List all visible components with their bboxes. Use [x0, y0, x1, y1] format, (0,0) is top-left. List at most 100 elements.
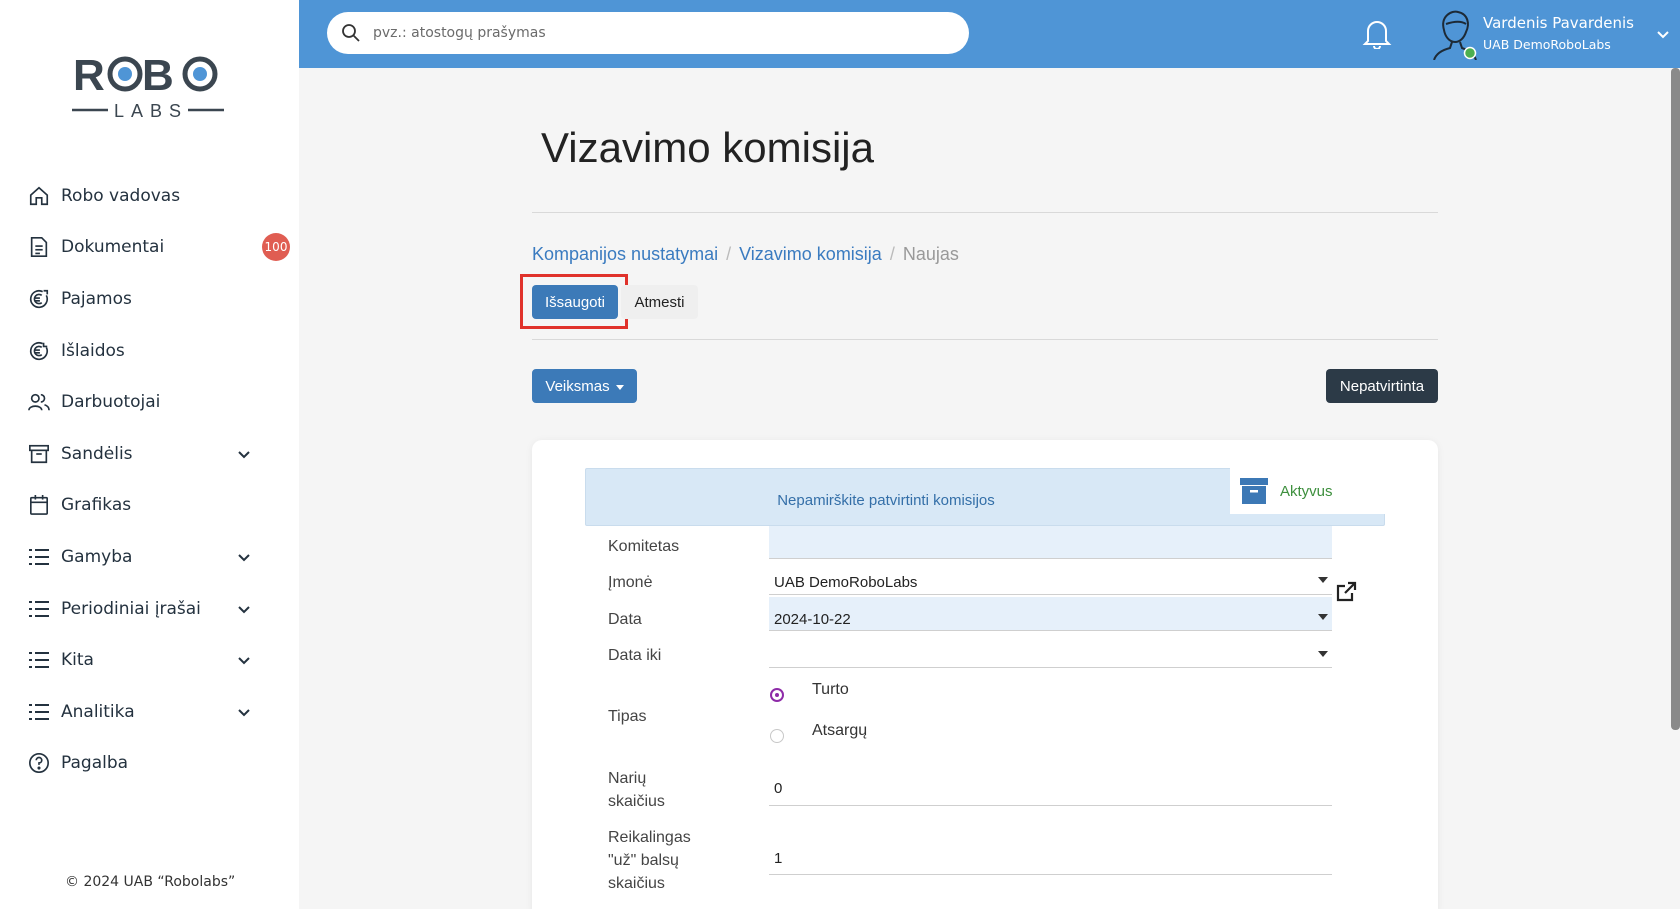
votes-label-line: Reikalingas	[608, 829, 691, 846]
sidebar-item-label: Robo vadovas	[61, 185, 181, 206]
sidebar: R B LABS Robo vadovas Dokumentai 100 Paj…	[0, 0, 299, 909]
date-to-label: Data iki	[608, 647, 662, 664]
votes-label-line: skaičius	[608, 875, 665, 892]
document-icon	[27, 235, 51, 259]
breadcrumb: Kompanijos nustatymai / Vizavimo komisij…	[532, 244, 959, 265]
radio-label-atsargu[interactable]: Atsargų	[812, 722, 867, 740]
sidebar-item-label: Analitika	[61, 701, 135, 722]
sidebar-item-periodiniai-irasai[interactable]: Periodiniai įrašai	[0, 583, 299, 635]
external-link-icon[interactable]	[1334, 580, 1358, 604]
sidebar-item-label: Gamyba	[61, 546, 133, 567]
help-icon	[27, 751, 51, 775]
committee-label: Komitetas	[608, 538, 680, 555]
chevron-down-icon[interactable]	[1655, 26, 1671, 42]
archive-icon	[1240, 478, 1268, 504]
field-underline	[769, 805, 1332, 806]
breadcrumb-separator: /	[889, 244, 895, 264]
chevron-down-icon[interactable]	[236, 446, 252, 462]
caret-down-icon	[615, 384, 624, 390]
sidebar-item-label: Dokumentai	[61, 237, 165, 258]
votes-input[interactable]: 1	[774, 850, 782, 867]
sidebar-item-robo-vadovas[interactable]: Robo vadovas	[0, 170, 299, 222]
sidebar-item-label: Kita	[61, 650, 94, 671]
divider	[532, 212, 1438, 213]
company-select[interactable]: UAB DemoRoboLabs	[774, 574, 917, 591]
date-field-background	[769, 597, 1332, 630]
caret-down-icon[interactable]	[1318, 614, 1328, 620]
notification-badge: 100	[262, 233, 290, 262]
caret-down-icon[interactable]	[1318, 577, 1328, 583]
svg-text:B: B	[142, 51, 174, 100]
breadcrumb-separator: /	[726, 244, 732, 264]
committee-input[interactable]	[769, 526, 1332, 558]
calendar-icon	[27, 493, 51, 517]
euro-in-icon	[27, 287, 51, 311]
status-badge[interactable]: Nepatvirtinta	[1326, 369, 1438, 403]
sidebar-item-analitika[interactable]: Analitika	[0, 686, 299, 738]
sidebar-item-kita[interactable]: Kita	[0, 634, 299, 686]
field-underline	[769, 594, 1332, 595]
chevron-down-icon[interactable]	[236, 652, 252, 668]
user-avatar[interactable]	[1430, 8, 1480, 60]
field-underline	[769, 667, 1332, 668]
search-bar[interactable]	[327, 12, 969, 54]
alert-message: Nepamirškite patvirtinti komisijos	[777, 491, 995, 509]
sidebar-item-sandelis[interactable]: Sandėlis	[0, 428, 299, 480]
date-label: Data	[608, 611, 642, 628]
save-button[interactable]: Išsaugoti	[532, 285, 618, 319]
sidebar-item-darbuotojai[interactable]: Darbuotojai	[0, 376, 299, 428]
list-icon	[27, 545, 51, 569]
members-input[interactable]: 0	[774, 780, 782, 797]
sidebar-item-pajamos[interactable]: Pajamos	[0, 273, 299, 325]
robolabs-logo[interactable]: R B LABS	[70, 44, 226, 124]
copyright-text: © 2024 UAB “Robolabs”	[65, 874, 236, 890]
euro-out-icon	[27, 339, 51, 363]
breadcrumb-current: Naujas	[902, 244, 959, 264]
scrollbar-thumb[interactable]	[1671, 68, 1680, 730]
user-company: UAB DemoRoboLabs	[1483, 37, 1611, 52]
sidebar-item-grafikas[interactable]: Grafikas	[0, 480, 299, 532]
field-underline	[769, 630, 1332, 631]
breadcrumb-company-settings[interactable]: Kompanijos nustatymai	[532, 244, 718, 265]
field-underline	[769, 874, 1332, 875]
notification-bell-icon[interactable]	[1362, 17, 1392, 49]
chevron-down-icon[interactable]	[236, 549, 252, 565]
date-input[interactable]: 2024-10-22	[774, 611, 851, 628]
action-dropdown-button[interactable]: Veiksmas	[532, 369, 637, 403]
sidebar-item-label: Pajamos	[61, 288, 132, 309]
members-label: Narių skaičius	[608, 767, 665, 813]
type-label: Tipas	[608, 708, 647, 725]
user-name[interactable]: Vardenis Pavardenis	[1483, 14, 1634, 32]
caret-down-icon[interactable]	[1318, 651, 1328, 657]
search-icon	[342, 24, 360, 42]
sidebar-item-gamyba[interactable]: Gamyba	[0, 531, 299, 583]
action-dropdown-label: Veiksmas	[545, 377, 610, 395]
search-input[interactable]	[373, 25, 933, 41]
sidebar-nav: Robo vadovas Dokumentai 100 Pajamos Išla…	[0, 170, 299, 789]
breadcrumb-vizavimo-komisija[interactable]: Vizavimo komisija	[739, 244, 882, 265]
radio-turto[interactable]	[770, 688, 784, 702]
chevron-down-icon[interactable]	[236, 704, 252, 720]
svg-text:R: R	[73, 51, 105, 100]
list-icon	[27, 700, 51, 724]
members-label-line: skaičius	[608, 793, 665, 810]
users-icon	[27, 390, 51, 414]
sidebar-item-label: Sandėlis	[61, 443, 133, 464]
active-label: Aktyvus	[1280, 482, 1333, 500]
discard-button[interactable]: Atmesti	[621, 285, 698, 319]
radio-atsargu[interactable]	[770, 729, 784, 743]
chevron-down-icon[interactable]	[236, 601, 252, 617]
svg-text:LABS: LABS	[114, 101, 188, 121]
sidebar-item-label: Darbuotojai	[61, 392, 161, 413]
sidebar-item-label: Grafikas	[61, 495, 132, 516]
sidebar-item-islaidos[interactable]: Išlaidos	[0, 325, 299, 377]
sidebar-item-pagalba[interactable]: Pagalba	[0, 738, 299, 790]
sidebar-item-dokumentai[interactable]: Dokumentai 100	[0, 222, 299, 274]
divider	[532, 339, 1438, 340]
votes-label: Reikalingas "už" balsų skaičius	[608, 826, 691, 895]
members-label-line: Narių	[608, 770, 647, 787]
active-toggle-button[interactable]: Aktyvus	[1230, 468, 1385, 514]
radio-label-turto[interactable]: Turto	[812, 681, 849, 699]
votes-label-line: "už" balsų	[608, 852, 679, 869]
sidebar-item-label: Pagalba	[61, 753, 129, 774]
